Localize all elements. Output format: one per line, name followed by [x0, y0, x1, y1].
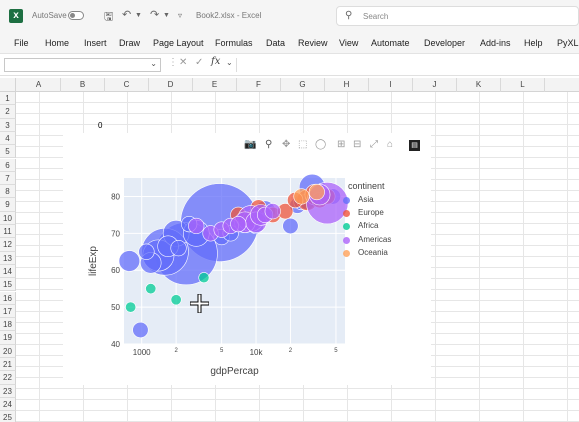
data-point-asia	[132, 321, 149, 339]
x-tick-label: 1000	[133, 348, 151, 357]
legend-marker	[343, 249, 350, 257]
data-point-oceania	[293, 188, 310, 205]
y-tick-label: 60	[111, 266, 120, 275]
x-tick-label: 10k	[250, 348, 264, 357]
legend-label: Oceania	[358, 247, 388, 257]
y-tick-label: 40	[111, 340, 120, 349]
excel-window: x AutoSave 🖫 ↶ ▼ ↷ ▼ ▿ Book2.xlsx - Exce…	[0, 0, 579, 422]
data-point-oceania	[308, 183, 325, 201]
x-tick-label: 5	[220, 348, 224, 354]
data-point-asia	[170, 239, 187, 257]
data-point-americas	[230, 216, 247, 233]
data-point-africa	[198, 272, 210, 284]
legend-label: Europe	[358, 208, 384, 218]
legend-marker	[343, 197, 350, 204]
data-point-asia	[118, 250, 141, 272]
y-tick-label: 80	[111, 192, 120, 201]
legend-item-asia[interactable]: Asia	[343, 195, 374, 207]
data-point-africa	[145, 283, 157, 295]
data-point-asia	[138, 243, 155, 260]
legend-item-africa[interactable]: Africa	[343, 221, 379, 233]
legend-item-europe[interactable]: Europe	[343, 208, 384, 220]
legend-label: Africa	[358, 221, 379, 231]
legend-label: Americas	[358, 234, 392, 244]
y-tick-label: 50	[111, 303, 120, 312]
y-tick-label: 70	[111, 229, 120, 238]
data-point-asia	[282, 217, 299, 235]
scatter-plot[interactable]: 40 50 60 70 80 1000 2 5 10k 2 5 gdpPercap lifeExp	[0, 0, 579, 422]
legend-title: continent	[348, 181, 385, 191]
x-tick-label: 2	[289, 348, 293, 354]
data-point-africa	[125, 301, 137, 313]
x-tick-label: 5	[334, 348, 338, 354]
crosshair-cursor-icon	[190, 294, 209, 313]
x-tick-label: 2	[174, 348, 178, 354]
y-axis-label: lifeExp	[88, 246, 99, 276]
legend-item-oceania[interactable]: Oceania	[343, 247, 388, 260]
legend-item-americas[interactable]: Americas	[343, 234, 392, 247]
legend-marker	[343, 236, 350, 244]
legend-label: Asia	[358, 195, 374, 204]
data-point-africa	[170, 294, 182, 306]
data-point-americas	[264, 203, 281, 220]
x-axis-label: gdpPercap	[210, 366, 259, 377]
data-point-americas	[188, 217, 205, 235]
